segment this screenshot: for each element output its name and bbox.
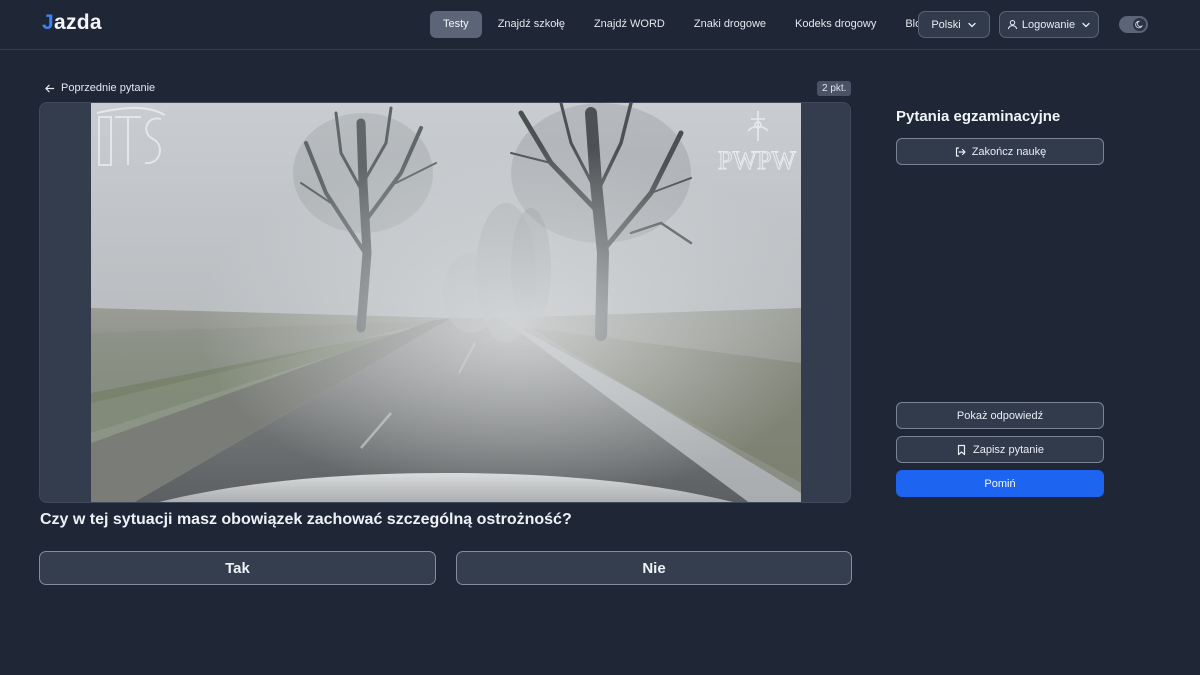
foggy-road-image: PWPW: [91, 103, 801, 502]
points-badge: 2 pkt.: [817, 81, 852, 96]
moon-icon: [1135, 20, 1143, 29]
side-panel-title: Pytania egzaminacyjne: [896, 108, 1061, 125]
answer-no-button[interactable]: Nie: [456, 551, 852, 585]
show-answer-label: Pokaż odpowiedź: [956, 409, 1044, 422]
finish-learning-button[interactable]: Zakończ naukę: [896, 138, 1104, 165]
login-label: Logowanie: [1021, 18, 1076, 31]
answer-yes-button[interactable]: Tak: [39, 551, 436, 585]
nav-item-traffic-code[interactable]: Kodeks drogowy: [782, 11, 889, 38]
chevron-down-icon: [1082, 22, 1090, 27]
previous-question-label: Poprzednie pytanie: [61, 82, 156, 94]
skip-label: Pomiń: [984, 477, 1016, 490]
nav-item-find-word[interactable]: Znajdź WORD: [581, 11, 678, 38]
finish-learning-label: Zakończ naukę: [971, 145, 1047, 158]
bookmark-icon: [957, 444, 966, 455]
logo-text: azda: [53, 11, 102, 34]
arrow-left-icon: [45, 84, 55, 92]
login-dropdown[interactable]: Logowanie: [999, 11, 1099, 38]
nav-item-road-signs[interactable]: Znaki drogowe: [681, 11, 779, 38]
logo-mark: J: [42, 11, 54, 34]
question-media: PWPW: [39, 102, 851, 503]
user-icon: [1007, 19, 1018, 30]
language-select-value: Polski: [931, 18, 961, 31]
question-text: Czy w tej sytuacji masz obowiązek zachow…: [40, 511, 572, 528]
nav-item-testy[interactable]: Testy: [430, 11, 482, 38]
foggy-road-scene: PWPW: [91, 103, 801, 502]
pwpw-watermark-text: PWPW: [718, 146, 796, 175]
jazda-logo[interactable]: Jazda: [42, 11, 102, 35]
language-select[interactable]: Polski: [918, 11, 990, 38]
top-navbar: Jazda Testy Znajdź szkołę Znajdź WORD Zn…: [0, 0, 1200, 50]
show-answer-button[interactable]: Pokaż odpowiedź: [896, 402, 1104, 429]
nav-item-find-school[interactable]: Znajdź szkołę: [485, 11, 578, 38]
skip-button[interactable]: Pomiń: [896, 470, 1104, 497]
theme-toggle[interactable]: [1119, 16, 1148, 33]
main-nav: Testy Znajdź szkołę Znajdź WORD Znaki dr…: [430, 11, 943, 38]
save-question-label: Zapisz pytanie: [973, 443, 1044, 456]
save-question-button[interactable]: Zapisz pytanie: [896, 436, 1104, 463]
previous-question-link[interactable]: Poprzednie pytanie: [44, 80, 155, 96]
toggle-knob: [1133, 18, 1146, 31]
exit-icon: [955, 146, 966, 157]
chevron-down-icon: [968, 22, 976, 27]
